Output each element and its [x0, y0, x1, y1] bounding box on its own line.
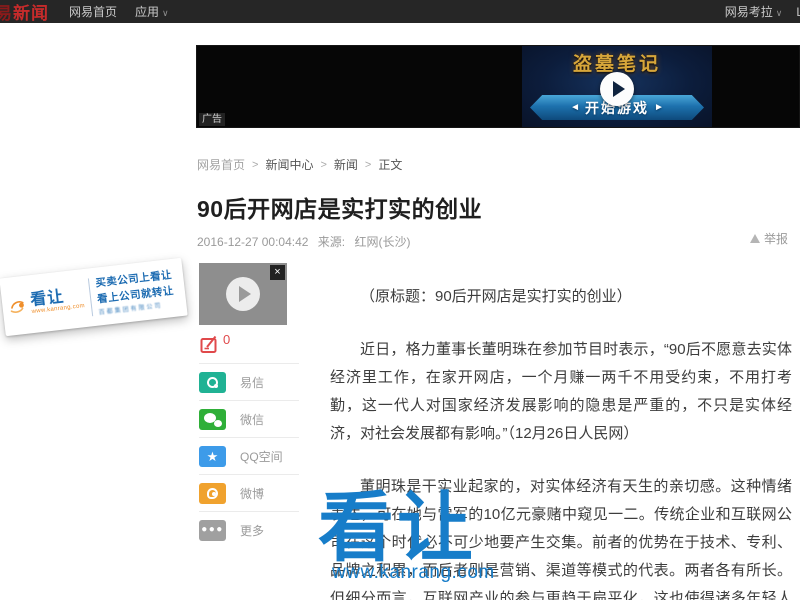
arrow-left-icon: ◄: [570, 102, 580, 113]
breadcrumb-home[interactable]: 网易首页: [197, 156, 245, 173]
share-label: QQ空间: [240, 448, 283, 465]
article-datetime: 2016-12-27 00:04:42: [197, 235, 308, 249]
nav-kaola-label: 网易考拉: [725, 5, 773, 19]
share-label: 易信: [240, 374, 264, 391]
kanrang-bird-icon: [7, 294, 29, 318]
nav-kaola-link[interactable]: 网易考拉∨: [725, 3, 783, 20]
report-button[interactable]: 举报: [750, 230, 788, 247]
share-wechat[interactable]: 微信: [199, 400, 299, 437]
wechat-bubble-small: [214, 420, 222, 427]
article-source[interactable]: 红网(长沙): [354, 235, 410, 249]
article-paragraph: 董明珠是干实业起家的，对实体经济有天生的亲切感。这种情绪表达，可在她与雷军的10…: [330, 473, 792, 600]
nav-apps-label: 应用: [135, 5, 159, 19]
breadcrumb-news[interactable]: 新闻: [334, 156, 358, 173]
nav-home-link[interactable]: 网易首页: [69, 3, 117, 20]
top-ad-banner[interactable]: 盗墓笔记 ◄ 开始游戏 ► 广告: [196, 45, 800, 128]
article-source-label: 来源:: [318, 235, 345, 249]
breadcrumb-news-center[interactable]: 新闻中心: [265, 156, 313, 173]
chevron-down-icon: ∨: [776, 8, 783, 18]
article-meta: 2016-12-27 00:04:42 来源: 红网(长沙): [197, 233, 416, 250]
article-body: （原标题：90后开网店是实打实的创业） 近日，格力董事长董明珠在参加节目时表示，…: [330, 283, 792, 600]
weibo-icon: [199, 483, 226, 504]
ad-label: 广告: [199, 113, 225, 126]
breadcrumb-current: 正文: [378, 156, 402, 173]
logo-prefix: 易: [0, 0, 11, 24]
page-title: 90后开网店是实打实的创业: [197, 190, 797, 224]
share-label: 更多: [240, 522, 264, 539]
breadcrumb-separator: >: [252, 159, 258, 171]
article-paragraph: 近日，格力董事长董明珠在参加节目时表示，“90后不愿意去实体经济里工作，在家开网…: [330, 336, 792, 448]
share-label: 微博: [240, 485, 264, 502]
logo-text: 新闻: [13, 0, 49, 24]
netease-news-article-page: 易 新闻 网易首页 应用∨ 网易考拉∨ L 盗墓笔记 ◄ 开始游戏 ► 广告 网…: [0, 0, 800, 600]
nav-apps-link[interactable]: 应用∨: [135, 3, 169, 20]
qzone-icon: ★: [199, 446, 226, 467]
comment-count: 0: [223, 332, 230, 347]
kanrang-slogans: 买卖公司上看让 看上公司就转让 百都集团有限公司: [95, 268, 176, 316]
top-navbar: 易 新闻 网易首页 应用∨ 网易考拉∨ L: [0, 0, 800, 23]
share-more[interactable]: ●●● 更多: [199, 511, 299, 548]
game-ad[interactable]: 盗墓笔记 ◄ 开始游戏 ►: [522, 46, 712, 127]
banner-divider: [88, 278, 93, 316]
weibo-eye-glyph: [207, 488, 218, 499]
share-label: 微信: [240, 411, 264, 428]
yixin-icon: [199, 372, 226, 393]
kanrang-logo: 看让 www.kanrang.com: [7, 287, 85, 318]
breadcrumb-separator: >: [320, 159, 326, 171]
star-glyph: ★: [207, 450, 219, 463]
more-icon: ●●●: [199, 520, 226, 541]
share-toolbar: 易信 微信 ★ QQ空间 微博 ●●● 更多: [199, 363, 299, 548]
nav-partial-right-text[interactable]: L: [796, 5, 800, 19]
breadcrumb: 网易首页 > 新闻中心 > 新闻 > 正文: [197, 156, 402, 173]
report-label: 举报: [764, 230, 788, 247]
warning-triangle-icon: [750, 234, 760, 243]
video-thumbnail[interactable]: ×: [199, 263, 287, 325]
close-icon[interactable]: ×: [270, 265, 285, 280]
ellipsis-glyph: ●●●: [201, 525, 224, 535]
share-qzone[interactable]: ★ QQ空间: [199, 437, 299, 474]
play-icon[interactable]: [226, 277, 260, 311]
article-paragraph: （原标题：90后开网店是实打实的创业）: [330, 283, 792, 311]
share-yixin[interactable]: 易信: [199, 363, 299, 400]
netease-news-logo[interactable]: 易 新闻: [0, 0, 49, 24]
share-weibo[interactable]: 微博: [199, 474, 299, 511]
comment-pen-icon: [200, 335, 220, 354]
comment-button[interactable]: 0: [200, 335, 230, 354]
wechat-icon: [199, 409, 226, 430]
breadcrumb-separator: >: [365, 159, 371, 171]
arrow-right-icon: ►: [654, 102, 664, 113]
yixin-glyph: [207, 377, 218, 388]
kanrang-sticker-banner: 看让 www.kanrang.com 买卖公司上看让 看上公司就转让 百都集团有…: [0, 258, 188, 336]
play-icon[interactable]: [600, 72, 634, 106]
chevron-down-icon: ∨: [162, 8, 169, 18]
